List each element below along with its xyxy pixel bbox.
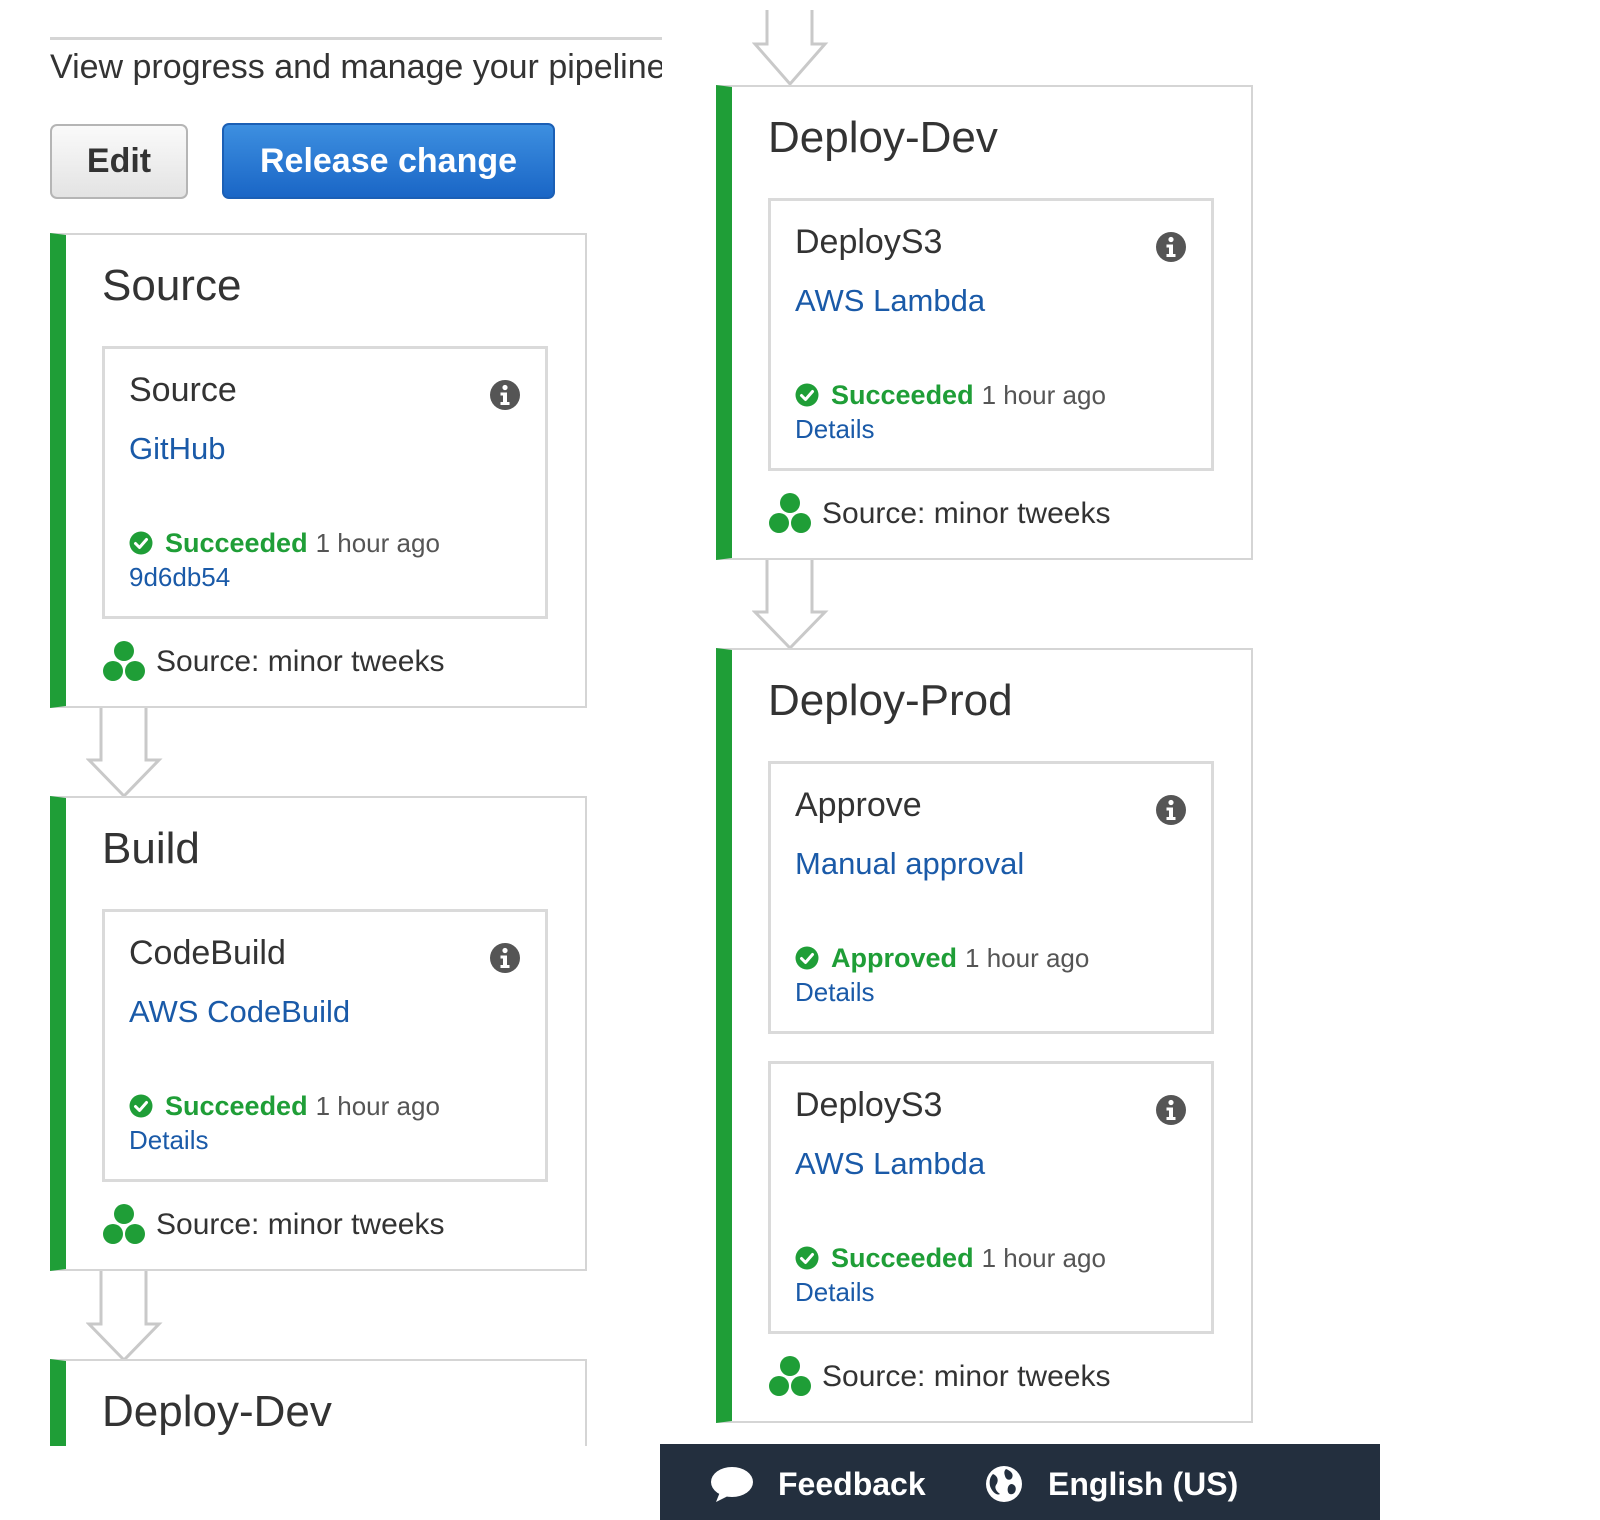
revision-info: Source: minor tweeks	[768, 1355, 1110, 1399]
flow-arrow	[86, 704, 163, 799]
revision-info: Source: minor tweeks	[102, 1203, 444, 1247]
revision-icon	[769, 493, 811, 533]
success-check-icon	[129, 531, 153, 555]
revision-icon	[769, 1356, 811, 1396]
action-name: DeployS3	[795, 223, 943, 261]
action-card-deploys3: DeployS3 AWS Lambda Succeeded 1 hour ago…	[768, 198, 1214, 471]
revision-info: Source: minor tweeks	[768, 492, 1110, 536]
status-text: Succeeded	[831, 1242, 974, 1273]
action-name: DeployS3	[795, 1086, 943, 1124]
language-label: English (US)	[1048, 1465, 1239, 1502]
action-status: Succeeded 1 hour ago	[129, 1090, 440, 1122]
status-text: Succeeded	[165, 1090, 308, 1121]
action-status: Approved 1 hour ago	[795, 942, 1089, 974]
info-icon[interactable]	[1155, 1094, 1187, 1126]
revision-icon	[103, 641, 145, 681]
flow-arrow	[752, 556, 829, 651]
details-link[interactable]: Details	[795, 977, 874, 1008]
revision-text: Source: minor tweeks	[822, 1360, 1111, 1393]
flow-arrow	[86, 1268, 163, 1363]
details-link[interactable]: Details	[129, 1125, 208, 1156]
stage-deploy-dev: Deploy-Dev DeployS3 AWS Lambda Succeeded…	[716, 85, 1253, 560]
stage-title: Build	[102, 824, 200, 873]
revision-icon	[103, 1204, 145, 1244]
flow-arrow	[752, 10, 829, 87]
action-card-codebuild: CodeBuild AWS CodeBuild Succeeded 1 hour…	[102, 909, 548, 1182]
revision-text: Source: minor tweeks	[156, 645, 445, 678]
feedback-bubble-icon	[711, 1467, 753, 1502]
action-name: Approve	[795, 786, 922, 824]
success-check-icon	[795, 383, 819, 407]
status-time: 1 hour ago	[315, 527, 440, 558]
status-time: 1 hour ago	[315, 1090, 440, 1121]
status-text: Succeeded	[165, 527, 308, 558]
stage-build: Build CodeBuild AWS CodeBuild Succeeded …	[50, 796, 587, 1271]
details-link[interactable]: Details	[795, 414, 874, 445]
action-provider-link[interactable]: AWS CodeBuild	[129, 994, 350, 1030]
action-status: Succeeded 1 hour ago	[795, 379, 1106, 411]
status-time: 1 hour ago	[981, 1242, 1106, 1273]
stage-title: Deploy-Prod	[768, 676, 1013, 725]
stage-source: Source Source GitHub Succeeded 1 hour ag…	[50, 233, 587, 708]
details-link[interactable]: Details	[795, 1277, 874, 1308]
feedback-button[interactable]: Feedback	[710, 1464, 926, 1504]
feedback-label: Feedback	[778, 1465, 926, 1502]
info-icon[interactable]	[1155, 794, 1187, 826]
status-text: Approved	[831, 942, 958, 973]
commit-id-link[interactable]: 9d6db54	[129, 562, 230, 593]
action-card-source: Source GitHub Succeeded 1 hour ago 9d6db…	[102, 346, 548, 619]
info-icon[interactable]	[489, 942, 521, 974]
revision-text: Source: minor tweeks	[156, 1208, 445, 1241]
info-icon[interactable]	[489, 379, 521, 411]
header-divider	[50, 37, 662, 40]
release-change-button[interactable]: Release change	[222, 123, 555, 199]
stage-deploy-prod: Deploy-Prod Approve Manual approval Appr…	[716, 648, 1253, 1423]
edit-button[interactable]: Edit	[50, 124, 188, 199]
success-check-icon	[129, 1094, 153, 1118]
info-icon[interactable]	[1155, 231, 1187, 263]
stage-deploy-dev-preview: Deploy-Dev	[50, 1359, 587, 1446]
success-check-icon	[795, 946, 819, 970]
stage-title: Deploy-Dev	[102, 1387, 332, 1436]
action-provider-link[interactable]: AWS Lambda	[795, 283, 985, 319]
action-name: Source	[129, 371, 237, 409]
status-time: 1 hour ago	[965, 942, 1090, 973]
page-subtitle: View progress and manage your pipeline	[50, 48, 662, 86]
status-time: 1 hour ago	[981, 379, 1106, 410]
action-card-deploys3: DeployS3 AWS Lambda Succeeded 1 hour ago…	[768, 1061, 1214, 1334]
stage-title: Source	[102, 261, 242, 310]
revision-text: Source: minor tweeks	[822, 497, 1111, 530]
language-selector[interactable]: English (US)	[984, 1464, 1238, 1504]
console-footer: Feedback English (US)	[660, 1444, 1380, 1520]
success-check-icon	[795, 1246, 819, 1270]
revision-info: Source: minor tweeks	[102, 640, 444, 684]
action-provider-link[interactable]: Manual approval	[795, 846, 1024, 882]
action-status: Succeeded 1 hour ago	[795, 1242, 1106, 1274]
action-provider-link[interactable]: AWS Lambda	[795, 1146, 985, 1182]
action-status: Succeeded 1 hour ago	[129, 527, 440, 559]
globe-icon	[986, 1466, 1022, 1502]
action-provider-link[interactable]: GitHub	[129, 431, 225, 467]
status-text: Succeeded	[831, 379, 974, 410]
stage-title: Deploy-Dev	[768, 113, 998, 162]
action-card-approve: Approve Manual approval Approved 1 hour …	[768, 761, 1214, 1034]
action-name: CodeBuild	[129, 934, 286, 972]
